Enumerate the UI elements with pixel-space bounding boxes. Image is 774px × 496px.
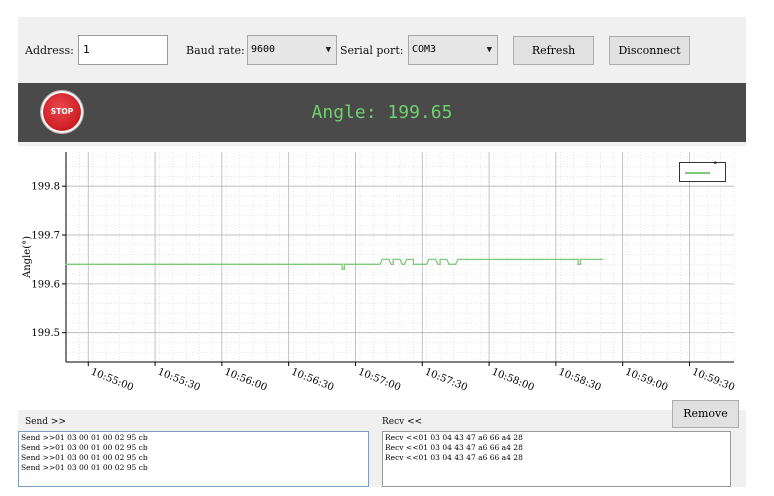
x-tick-label: 10:56:30 — [290, 367, 336, 394]
chart-canvas: 199.5 199.6 199.7 199.8 10:55:00 10:55:30 10:5… — [22, 152, 736, 394]
data-point — [343, 263, 345, 265]
serial-port-select[interactable]: COM3 ▼ — [408, 35, 498, 65]
data-point — [390, 263, 392, 265]
recv-line: Recv <<01 03 04 43 47 a6 66 a4 28 — [385, 443, 523, 452]
data-point — [392, 263, 394, 265]
baud-rate-label: Baud rate: — [186, 44, 245, 57]
send-log[interactable]: Send >>01 03 00 01 00 02 95 cb Send >>01… — [18, 431, 369, 487]
recv-line: Recv <<01 03 04 43 47 a6 66 a4 28 — [385, 453, 523, 462]
data-point — [506, 258, 508, 260]
data-point — [406, 258, 408, 260]
send-line: Send >>01 03 00 01 00 02 95 cb — [21, 453, 148, 462]
data-point — [426, 263, 428, 265]
data-point — [412, 263, 414, 265]
x-tick-label: 10:57:00 — [356, 367, 402, 394]
chart-legend: ° — [679, 161, 726, 182]
data-point — [435, 258, 437, 260]
recv-log[interactable]: Recv <<01 03 04 43 47 a6 66 a4 28 Recv <… — [382, 431, 731, 487]
chevron-down-icon: ▼ — [325, 45, 331, 55]
refresh-button[interactable]: Refresh — [513, 36, 594, 65]
data-point — [379, 263, 381, 265]
legend-label: ° — [713, 161, 718, 171]
y-tick-label: 199.7 — [31, 231, 60, 242]
send-line: Send >>01 03 00 01 00 02 95 cb — [21, 463, 148, 472]
data-point — [428, 258, 430, 260]
x-tick-label: 10:57:30 — [423, 367, 469, 394]
data-point — [508, 258, 510, 260]
data-point — [455, 263, 457, 265]
angle-banner: Angle: 199.65 STOP — [18, 83, 746, 142]
data-point — [341, 263, 343, 265]
y-tick-label: 199.6 — [31, 279, 60, 290]
data-point — [439, 258, 441, 260]
chevron-down-icon: ▼ — [486, 45, 492, 55]
data-point — [403, 263, 406, 265]
data-point — [341, 268, 343, 270]
data-point — [392, 258, 394, 260]
serial-port-value: COM3 — [412, 44, 437, 55]
serial-port-label: Serial port: — [340, 44, 404, 57]
data-point — [446, 258, 448, 260]
data-point — [381, 258, 383, 260]
angle-readout: Angle: 199.65 — [311, 102, 453, 123]
data-point — [602, 258, 604, 260]
send-label: Send >> — [25, 417, 66, 427]
data-point — [579, 263, 582, 265]
data-point — [577, 258, 579, 260]
recv-line: Recv <<01 03 04 43 47 a6 66 a4 28 — [385, 433, 523, 442]
x-tick-label: 10:55:30 — [156, 367, 202, 394]
x-tick-label: 10:55:00 — [89, 367, 135, 394]
recv-label: Recv << — [382, 417, 423, 427]
x-tick-label: 10:56:00 — [223, 367, 269, 394]
y-tick-label: 199.5 — [31, 328, 60, 339]
remove-button[interactable]: Remove — [672, 400, 739, 428]
x-tick-label: 10:59:00 — [624, 367, 670, 394]
legend-swatch — [685, 172, 710, 174]
x-tick-label: 10:58:00 — [490, 367, 536, 394]
data-point — [399, 258, 401, 260]
angle-chart: 199.5 199.6 199.7 199.8 10:55:00 10:55:30 10:5… — [18, 146, 746, 410]
address-label: Address: — [25, 44, 74, 57]
send-line: Send >>01 03 00 01 00 02 95 cb — [21, 443, 148, 452]
app-window: Address: 1 Baud rate: 9600 ▼ Serial port… — [18, 17, 746, 487]
baud-rate-value: 9600 — [251, 44, 276, 55]
disconnect-button[interactable]: Disconnect — [609, 36, 690, 65]
data-point — [388, 258, 390, 260]
data-point — [439, 263, 441, 265]
x-tick-label: 10:59:30 — [690, 367, 736, 394]
data-point — [437, 263, 439, 265]
y-tick-label: 199.8 — [31, 182, 60, 193]
address-input[interactable]: 1 — [78, 35, 168, 65]
x-tick-label: 10:58:30 — [557, 367, 603, 394]
data-point — [412, 258, 414, 260]
connection-toolbar: Address: 1 Baud rate: 9600 ▼ Serial port… — [18, 17, 746, 81]
stop-button[interactable]: STOP — [41, 91, 83, 133]
data-point — [343, 268, 345, 270]
data-point — [579, 258, 582, 260]
data-point — [457, 258, 459, 260]
data-point — [65, 263, 67, 265]
data-point — [401, 263, 403, 265]
data-point — [577, 263, 579, 265]
send-line: Send >>01 03 00 01 00 02 95 cb — [21, 433, 148, 442]
data-point — [448, 263, 450, 265]
y-axis-title: Angle(°) — [22, 236, 33, 279]
baud-rate-select[interactable]: 9600 ▼ — [247, 35, 337, 65]
